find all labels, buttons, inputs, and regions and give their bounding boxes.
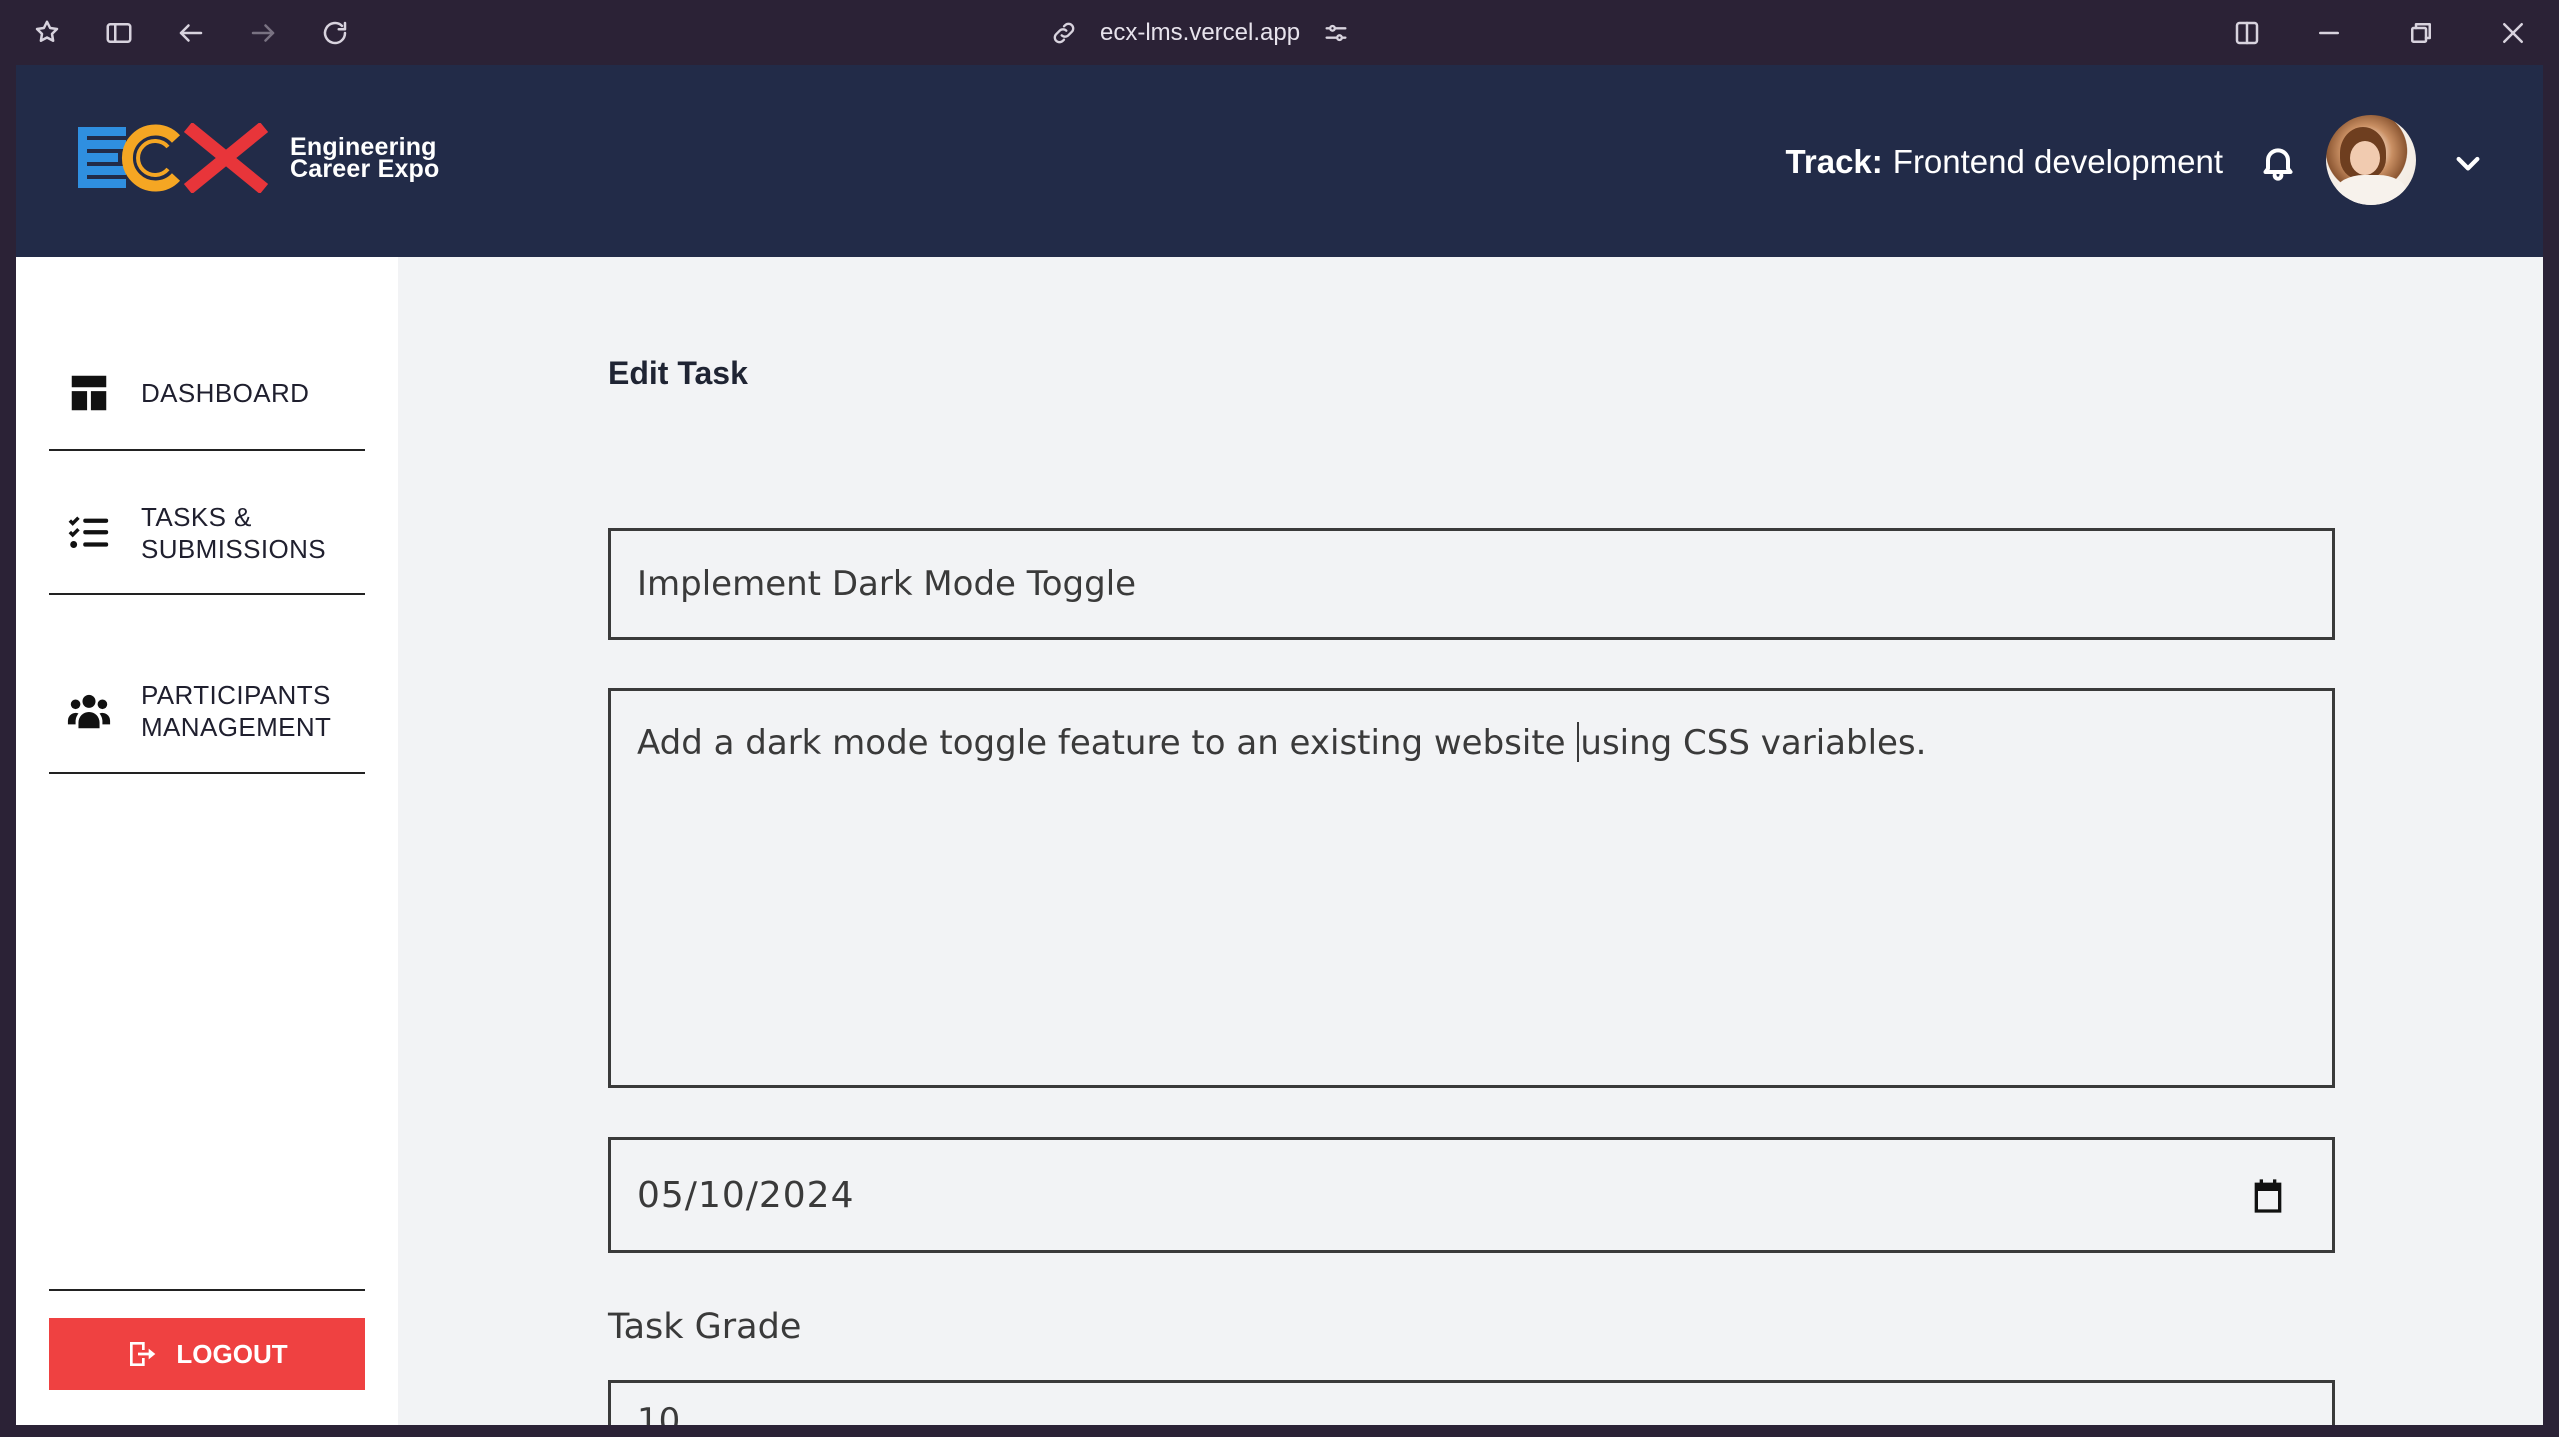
- sidebar-item-label: DASHBOARD: [141, 378, 310, 408]
- calendar-icon[interactable]: [2248, 1176, 2288, 1216]
- task-grade-label: Task Grade: [608, 1307, 802, 1347]
- logo-text-line2: Career Expo: [290, 155, 440, 183]
- sidebar-item-dashboard[interactable]: DASHBOARD: [49, 337, 365, 451]
- sidebar-divider: [49, 1289, 365, 1291]
- track-value: Frontend development: [1892, 143, 2223, 180]
- date-value: 05/10/2024: [637, 1174, 855, 1216]
- task-title-input[interactable]: Implement Dark Mode Toggle: [608, 528, 2335, 640]
- ecx-logo[interactable]: Engineering Career Expo: [78, 123, 440, 193]
- logo-text: Engineering Career Expo: [290, 135, 440, 183]
- dashboard-icon: [59, 363, 119, 423]
- app-header: Engineering Career Expo Track: Frontend …: [16, 65, 2543, 257]
- browser-toolbar: ecx-lms.vercel.app: [0, 0, 2559, 65]
- main-content: Edit Task Implement Dark Mode Toggle Add…: [398, 257, 2543, 1425]
- close-icon[interactable]: [2492, 12, 2534, 54]
- sidebar-item-tasks-submissions[interactable]: TASKS & SUBMISSIONS: [49, 472, 365, 595]
- forward-arrow-icon[interactable]: [242, 12, 284, 54]
- reload-icon[interactable]: [314, 12, 356, 54]
- sidebar-item-label: PARTICIPANTS MANAGEMENT: [141, 680, 332, 742]
- link-icon: [1053, 22, 1075, 44]
- restore-icon[interactable]: [2400, 12, 2442, 54]
- notification-bell-icon[interactable]: [2253, 137, 2303, 187]
- page-title: Edit Task: [608, 355, 748, 391]
- ecx-logo-mark: [78, 123, 268, 193]
- sidebar-item-participants-management[interactable]: PARTICIPANTS MANAGEMENT: [49, 650, 365, 774]
- track-indicator: Track: Frontend development: [1786, 140, 2223, 184]
- due-date-input[interactable]: 05/10/2024: [608, 1137, 2335, 1253]
- task-grade-input[interactable]: 10: [608, 1380, 2335, 1425]
- tasks-list-icon: [59, 503, 119, 563]
- site-settings-icon[interactable]: [1322, 19, 1350, 47]
- task-description-textarea[interactable]: Add a dark mode toggle feature to an exi…: [608, 688, 2335, 1088]
- logout-button[interactable]: LOGOUT: [49, 1318, 365, 1390]
- minimize-icon[interactable]: [2308, 12, 2350, 54]
- track-label: Track:: [1785, 143, 1883, 180]
- sidebar: DASHBOARD TASKS & SUBMISSIONS PARTICIPAN…: [16, 257, 398, 1425]
- app-window: Engineering Career Expo Track: Frontend …: [16, 65, 2543, 1425]
- description-text-before-caret: Add a dark mode toggle feature to an exi…: [637, 723, 1577, 763]
- description-text-after-caret: using CSS variables.: [1580, 723, 1927, 763]
- users-group-icon: [59, 681, 119, 741]
- sidebar-toggle-icon[interactable]: [98, 12, 140, 54]
- address-bar[interactable]: ecx-lms.vercel.app: [1050, 10, 1350, 56]
- sidebar-item-label: TASKS & SUBMISSIONS: [141, 501, 326, 564]
- logout-icon: [130, 1342, 156, 1366]
- user-avatar[interactable]: [2326, 115, 2416, 205]
- logout-label: LOGOUT: [176, 1338, 288, 1369]
- browser-extension-icon[interactable]: [26, 12, 68, 54]
- task-title-value: Implement Dark Mode Toggle: [637, 564, 1137, 604]
- split-view-icon[interactable]: [2226, 12, 2268, 54]
- url-text: ecx-lms.vercel.app: [1100, 19, 1301, 46]
- back-arrow-icon[interactable]: [170, 12, 212, 54]
- grade-value: 10: [637, 1401, 681, 1425]
- chevron-down-icon[interactable]: [2446, 141, 2490, 185]
